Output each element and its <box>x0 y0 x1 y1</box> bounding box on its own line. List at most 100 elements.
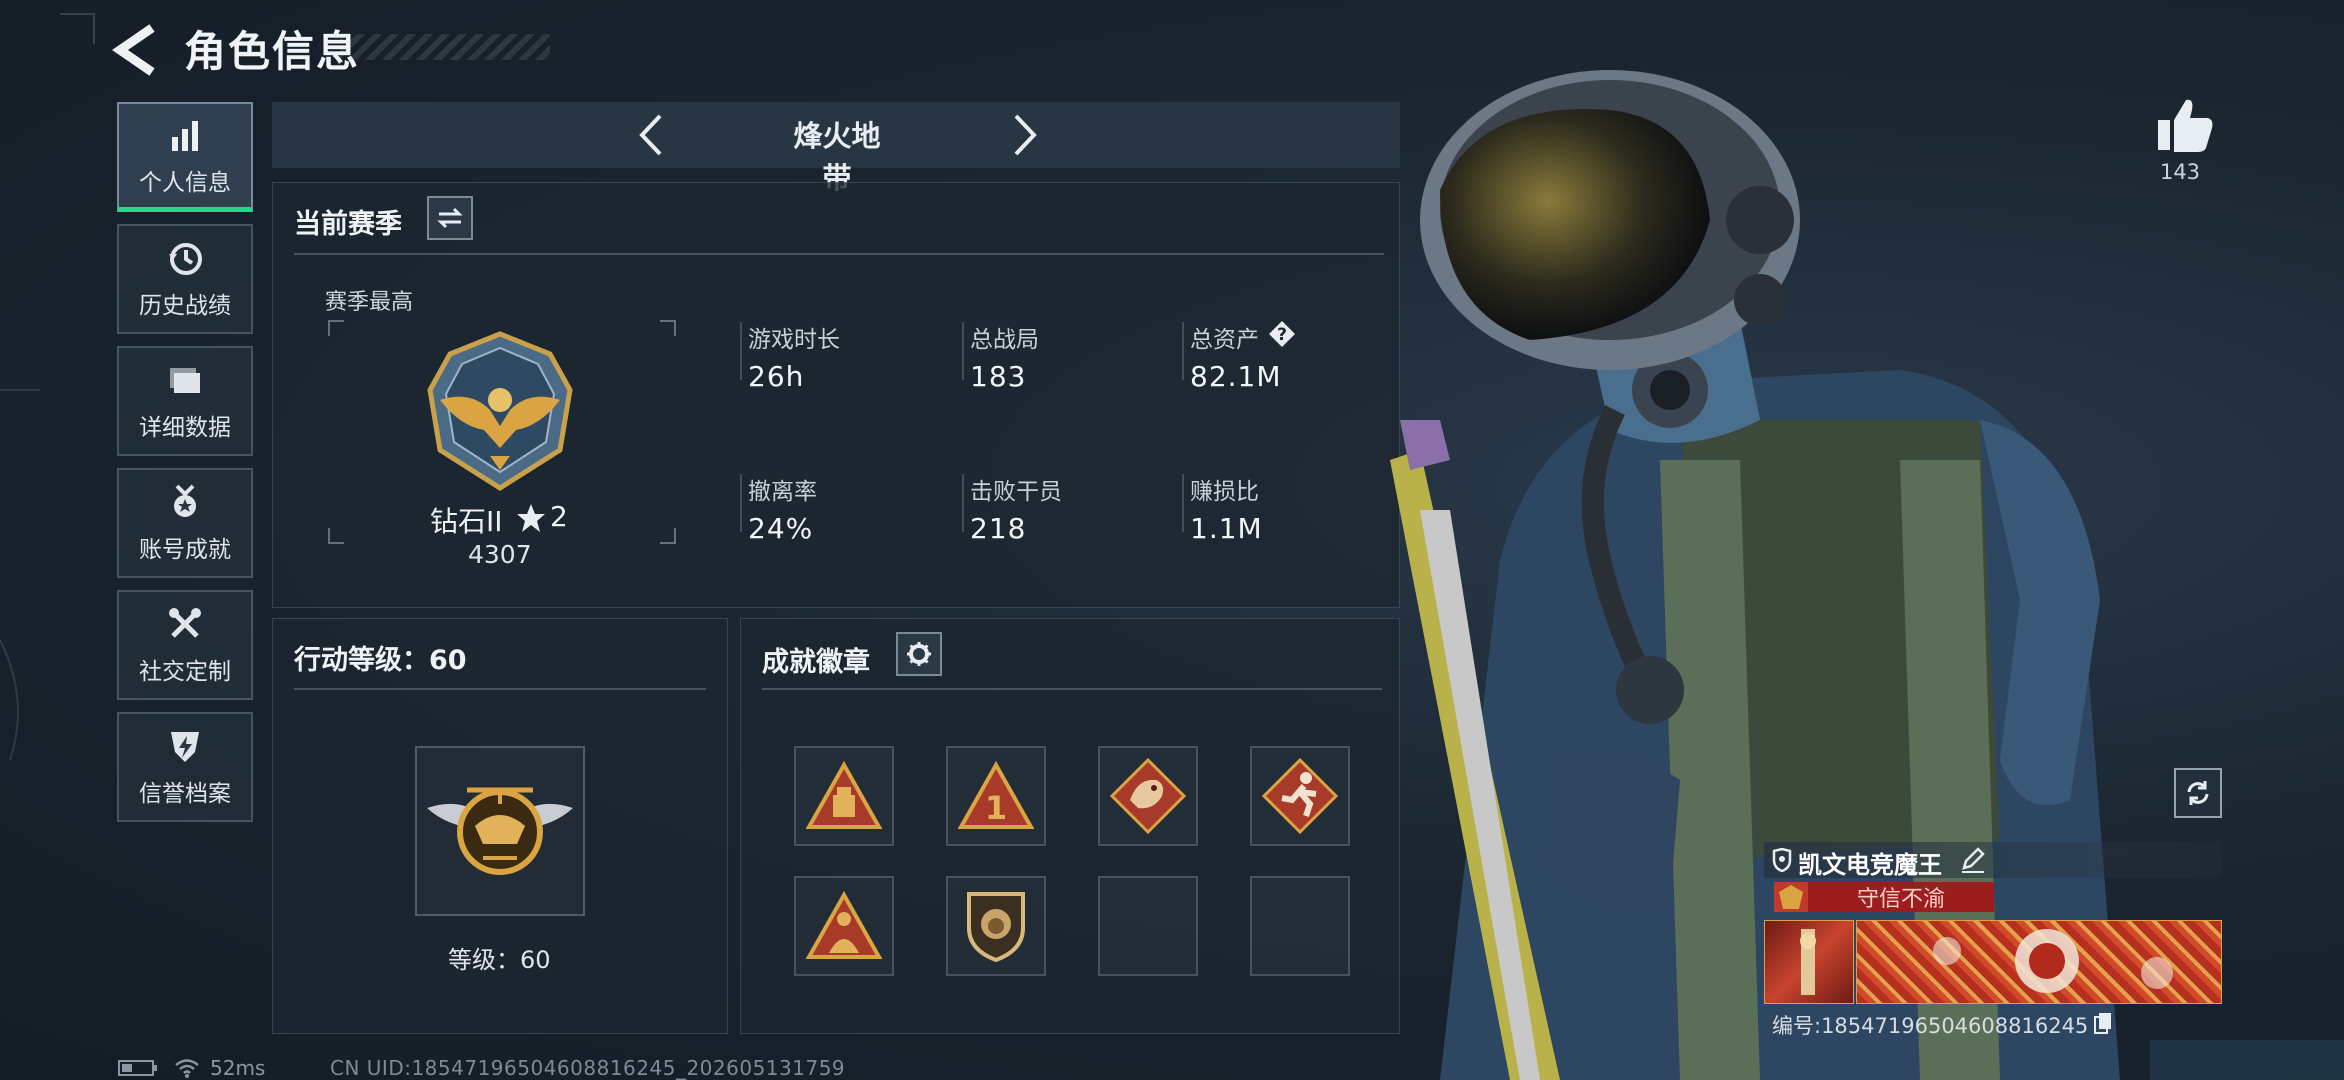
badge-slot-empty[interactable] <box>1098 876 1198 976</box>
season-best-label: 赛季最高 <box>325 290 414 315</box>
back-button[interactable] <box>112 22 162 78</box>
dragon-badge-icon <box>1109 757 1187 835</box>
svg-text:1: 1 <box>985 789 1007 827</box>
stat-divider <box>740 322 742 380</box>
badge-slot-runner[interactable] <box>1250 746 1350 846</box>
stat-label-profit-loss: 赚损比 <box>1190 479 1259 505</box>
bar-chart-icon <box>172 120 198 151</box>
swap-arrows-icon <box>437 207 463 229</box>
nav-label: 个人信息 <box>139 169 231 196</box>
like-count: 143 <box>2159 160 2201 184</box>
action-level-title: 行动等级：60 <box>294 645 467 676</box>
frame-corner <box>660 528 676 544</box>
chevron-left-icon <box>639 114 662 156</box>
nav-item-history[interactable]: 历史战绩 <box>117 224 253 334</box>
page-title: 角色信息 <box>184 27 361 76</box>
runner-badge-icon <box>1261 757 1339 835</box>
nav-item-credit-record[interactable]: 信誉档案 <box>117 712 253 822</box>
rank-stars: 2 <box>550 500 568 533</box>
badge-divider <box>762 688 1382 690</box>
player-id: 编号:18547196504608816245 <box>1772 1014 2089 1038</box>
lion-shield-badge-icon <box>967 892 1025 963</box>
nav-label: 社交定制 <box>139 659 231 685</box>
badge-slot-lion-shield[interactable] <box>946 876 1046 976</box>
season-divider <box>294 253 1384 255</box>
stat-divider <box>962 322 964 380</box>
stat-label-total-matches: 总战局 <box>970 327 1039 353</box>
title-decoration <box>340 34 550 60</box>
stat-value-playtime: 26h <box>748 360 805 393</box>
badge-title: 成就徽章 <box>762 647 870 678</box>
badge-settings-button[interactable] <box>896 632 942 676</box>
level-text: 等级：60 <box>448 946 551 974</box>
nav-label: 账号成就 <box>139 537 231 563</box>
refresh-icon <box>2187 781 2209 805</box>
level-emblem-frame <box>415 746 585 916</box>
rank-score: 4307 <box>468 540 532 569</box>
shield-icon <box>1772 848 1792 872</box>
stat-value-extract-rate: 24% <box>748 512 814 545</box>
mode-prev-button[interactable] <box>632 110 672 160</box>
badge-slot-soldier[interactable] <box>794 876 894 976</box>
rank-one-badge-icon: 1 <box>957 761 1035 829</box>
stat-label-total-assets: 总资产 <box>1190 327 1259 353</box>
nav-label: 历史战绩 <box>139 293 231 319</box>
frame-corner <box>328 320 344 336</box>
badge-slot-empty[interactable] <box>1250 876 1350 976</box>
nav-item-detailed-data[interactable]: 详细数据 <box>117 346 253 456</box>
tools-icon <box>169 608 201 638</box>
nav-label: 详细数据 <box>139 415 231 441</box>
thumbs-up-icon <box>2158 99 2213 152</box>
stat-divider <box>962 474 964 532</box>
uid-text: CN UID:18547196504608816245_202605131759 <box>330 1056 846 1080</box>
rank-emblem-diamond-icon <box>427 331 573 491</box>
stat-label-operators-defeated: 击败干员 <box>970 479 1062 505</box>
battery-icon <box>118 1060 157 1076</box>
stat-divider <box>740 474 742 532</box>
badge-slot-rank-one[interactable]: 1 <box>946 746 1046 846</box>
status-bar: 52ms <box>118 1056 265 1080</box>
edit-name-button[interactable] <box>1960 846 1986 874</box>
rank-name: 钻石II <box>430 505 503 538</box>
chevron-right-icon <box>1014 114 1037 156</box>
profile-banner <box>1856 920 2222 1004</box>
player-title-tag: 守信不渝 <box>1808 882 1994 912</box>
season-switch-button[interactable] <box>427 196 473 240</box>
gear-icon <box>907 642 931 666</box>
stat-value-total-assets: 82.1M <box>1190 360 1282 393</box>
star-icon <box>517 504 545 532</box>
supply-badge-icon <box>805 761 883 829</box>
stat-value-profit-loss: 1.1M <box>1190 512 1263 545</box>
nav-item-social-custom[interactable]: 社交定制 <box>117 590 253 700</box>
ping-value: 52ms <box>210 1056 266 1080</box>
pencil-icon <box>1962 847 1985 873</box>
folder-icon <box>170 368 200 393</box>
soldier-badge-icon <box>805 891 883 959</box>
player-name: 凯文电竞魔王 <box>1798 851 1942 879</box>
frame-corner <box>328 528 344 544</box>
question-icon: ? <box>1269 321 1295 347</box>
copy-icon <box>2094 1013 2111 1034</box>
stat-label-playtime: 游戏时长 <box>748 327 840 353</box>
badge-slot-supply[interactable] <box>794 746 894 846</box>
badge-slot-dragon[interactable] <box>1098 746 1198 846</box>
refresh-button[interactable] <box>2174 768 2222 818</box>
copy-id-button[interactable] <box>2094 1012 2112 1034</box>
stat-divider <box>1182 322 1184 380</box>
season-title: 当前赛季 <box>294 209 402 240</box>
nav-label: 信誉档案 <box>139 781 231 807</box>
back-arrow-icon <box>112 24 155 76</box>
like-button[interactable] <box>2152 94 2218 154</box>
frame-corner <box>660 320 676 336</box>
assets-help-button[interactable]: ? <box>1268 320 1296 348</box>
stat-value-total-matches: 183 <box>970 360 1027 393</box>
title-emblem-icon <box>1774 882 1808 912</box>
stat-value-operators-defeated: 218 <box>970 512 1027 545</box>
clock-history-icon <box>169 243 202 275</box>
nav-item-achievements[interactable]: 账号成就 <box>117 468 253 578</box>
nav-item-personal-info[interactable]: 个人信息 <box>117 102 253 212</box>
shield-bolt-icon <box>171 732 199 762</box>
level-divider <box>294 688 706 690</box>
stat-label-extract-rate: 撤离率 <box>748 479 817 505</box>
mode-next-button[interactable] <box>1004 110 1044 160</box>
